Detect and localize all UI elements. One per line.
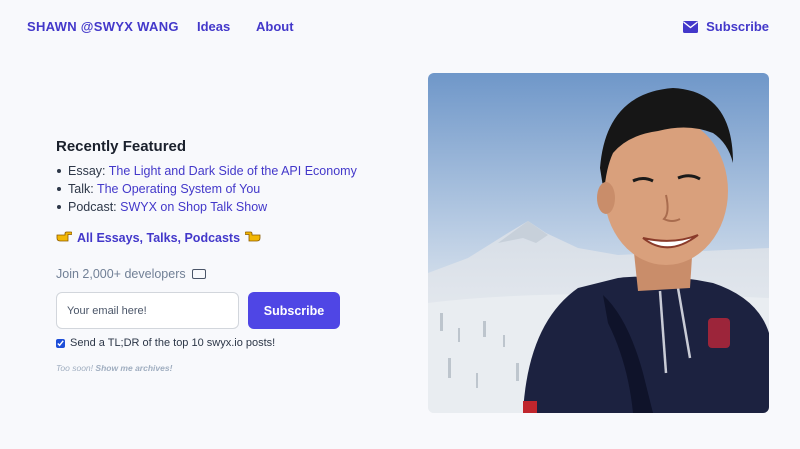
subscribe-form: Subscribe (56, 292, 376, 329)
join-text-row: Join 2,000+ developers (56, 267, 376, 281)
email-field[interactable] (56, 292, 239, 329)
nav-ideas-link[interactable]: Ideas (197, 19, 230, 34)
left-column: Recently Featured Essay: The Light and D… (56, 138, 376, 373)
archives-note: Too soon! Show me archives! (56, 363, 376, 373)
featured-item-podcast: Podcast: SWYX on Shop Talk Show (56, 198, 376, 216)
featured-item-talk: Talk: The Operating System of You (56, 180, 376, 198)
mail-icon (683, 20, 699, 33)
featured-item-prefix: Podcast: (68, 200, 121, 214)
pointing-right-hand-icon (56, 230, 73, 245)
nav-about-link[interactable]: About (256, 19, 294, 34)
keyboard-icon (191, 269, 206, 279)
featured-item-link[interactable]: The Light and Dark Side of the API Econo… (109, 164, 357, 178)
too-soon-text: Too soon! (56, 363, 94, 373)
nav-subscribe-link[interactable]: Subscribe (683, 19, 769, 34)
featured-item-prefix: Talk: (68, 182, 97, 196)
brand-link[interactable]: SHAWN @SWYX WANG (27, 19, 179, 34)
archives-link[interactable]: Show me archives! (95, 363, 172, 373)
featured-item-link[interactable]: The Operating System of You (97, 182, 260, 196)
profile-photo (428, 73, 769, 413)
tldr-checkbox[interactable] (56, 338, 65, 348)
subscribe-button[interactable]: Subscribe (248, 292, 340, 329)
tldr-checkbox-label: Send a TL;DR of the top 10 swyx.io posts… (70, 337, 276, 349)
section-title: Recently Featured (56, 138, 187, 155)
tldr-checkbox-row[interactable]: Send a TL;DR of the top 10 swyx.io posts… (56, 337, 376, 349)
all-essays-label: All Essays, Talks, Podcasts (77, 230, 241, 245)
nav-subscribe-label: Subscribe (706, 19, 769, 34)
join-text: Join 2,000+ developers (56, 267, 186, 281)
featured-item-essay: Essay: The Light and Dark Side of the AP… (56, 162, 376, 180)
top-nav: SHAWN @SWYX WANG Ideas About Subscribe (0, 0, 800, 56)
featured-item-prefix: Essay: (68, 164, 109, 178)
featured-item-link[interactable]: SWYX on Shop Talk Show (120, 200, 267, 214)
pointing-left-hand-icon (244, 230, 261, 245)
featured-list: Essay: The Light and Dark Side of the AP… (56, 162, 376, 216)
all-essays-link[interactable]: All Essays, Talks, Podcasts (56, 230, 376, 245)
